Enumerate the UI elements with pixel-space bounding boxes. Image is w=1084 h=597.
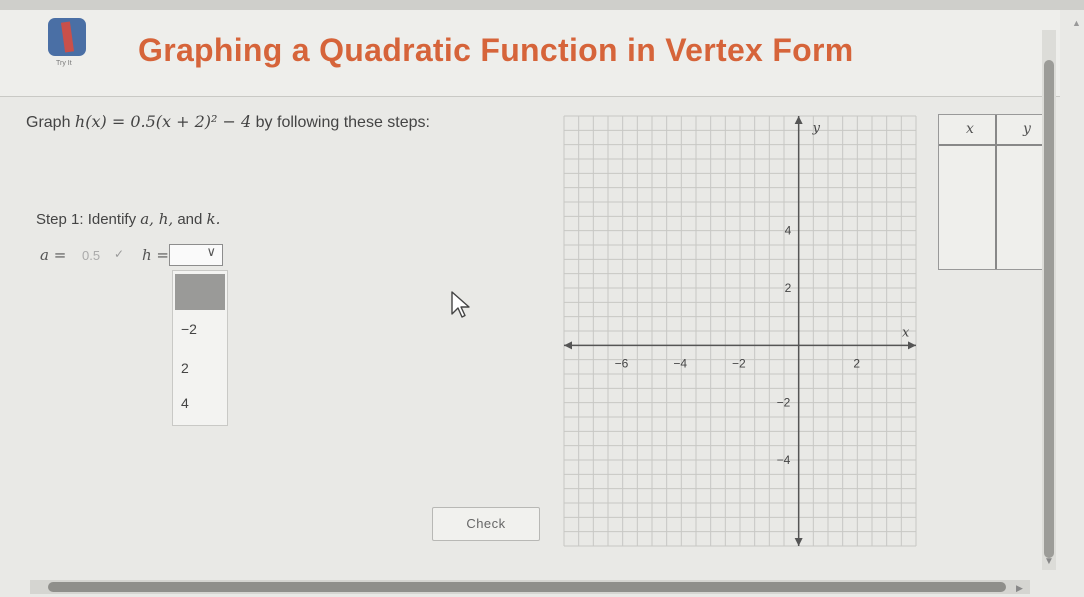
x-tick-label: −4	[673, 356, 687, 370]
prompt-prefix: Graph	[26, 114, 75, 131]
h-label: h =	[142, 246, 169, 264]
chevron-down-icon: ✓	[114, 247, 125, 261]
y-axis-label: y	[812, 121, 821, 136]
coordinate-graph[interactable]: y x −6 −4 −2 2 4 2 −2 −4	[560, 112, 920, 552]
a-value: 0.5	[82, 248, 101, 263]
dropdown-option[interactable]: 2	[173, 354, 227, 384]
step-1-label: Step 1: Identify a, h, and k.	[36, 210, 220, 228]
step-1-k: k.	[206, 210, 221, 228]
problem-prompt: Graph h(x) = 0.5(x + 2)² − 4 by followin…	[26, 112, 430, 132]
y-tick-label: 2	[785, 281, 792, 295]
header: Try It Graphing a Quadratic Function in …	[0, 10, 1060, 97]
h-select[interactable]: ∨	[169, 244, 223, 266]
horizontal-scrollbar[interactable]	[30, 580, 1030, 594]
page: Try It Graphing a Quadratic Function in …	[0, 0, 1084, 597]
x-axis-label: x	[902, 325, 910, 340]
prompt-suffix: by following these steps:	[251, 114, 430, 131]
vertical-scroll-thumb[interactable]	[1044, 60, 1054, 558]
y-tick-label: −2	[777, 396, 791, 410]
xy-table[interactable]: x y	[938, 114, 1054, 270]
dropdown-option-blank[interactable]	[175, 274, 225, 310]
scroll-down-icon[interactable]: ▼	[1044, 556, 1054, 567]
table-divider	[995, 115, 997, 269]
x-axis-arrow-left	[564, 341, 572, 350]
horizontal-scroll-thumb[interactable]	[48, 582, 1006, 592]
dropdown-option[interactable]: −2	[173, 315, 227, 345]
chevron-down-icon: ∨	[206, 245, 216, 260]
x-tick-label: 2	[853, 356, 860, 370]
step-1-text: Step 1: Identify	[36, 211, 141, 228]
h-dropdown-list: −2 2 4	[172, 270, 228, 426]
y-axis-arrow-down	[794, 538, 803, 546]
step-1-and: and	[173, 211, 207, 228]
scroll-up-icon[interactable]: ▲	[1072, 18, 1081, 28]
x-tick-label: −6	[615, 356, 629, 370]
y-tick-label: 4	[785, 224, 792, 238]
dropdown-option[interactable]: 4	[173, 389, 227, 419]
logo-icon	[48, 18, 86, 56]
x-tick-label: −2	[732, 356, 746, 370]
a-select[interactable]: 0.5 ✓	[80, 246, 128, 266]
check-button[interactable]: Check	[432, 507, 540, 541]
a-label: a =	[40, 246, 67, 264]
y-axis-arrow-up	[794, 116, 803, 124]
x-axis-arrow-right	[908, 341, 916, 350]
vertical-scrollbar[interactable]	[1042, 30, 1056, 570]
top-strip	[0, 0, 1084, 10]
table-col-x: x	[966, 121, 974, 137]
mouse-pointer-icon	[451, 291, 470, 318]
y-tick-label: −4	[777, 453, 791, 467]
step-1-vars: a, h,	[140, 210, 174, 228]
function-expression: h(x) = 0.5(x + 2)² − 4	[74, 112, 252, 131]
scroll-right-icon[interactable]: ▶	[1016, 583, 1023, 594]
table-col-y: y	[1023, 121, 1031, 137]
logo-caption: Try It	[56, 60, 72, 67]
page-title: Graphing a Quadratic Function in Vertex …	[138, 32, 854, 68]
